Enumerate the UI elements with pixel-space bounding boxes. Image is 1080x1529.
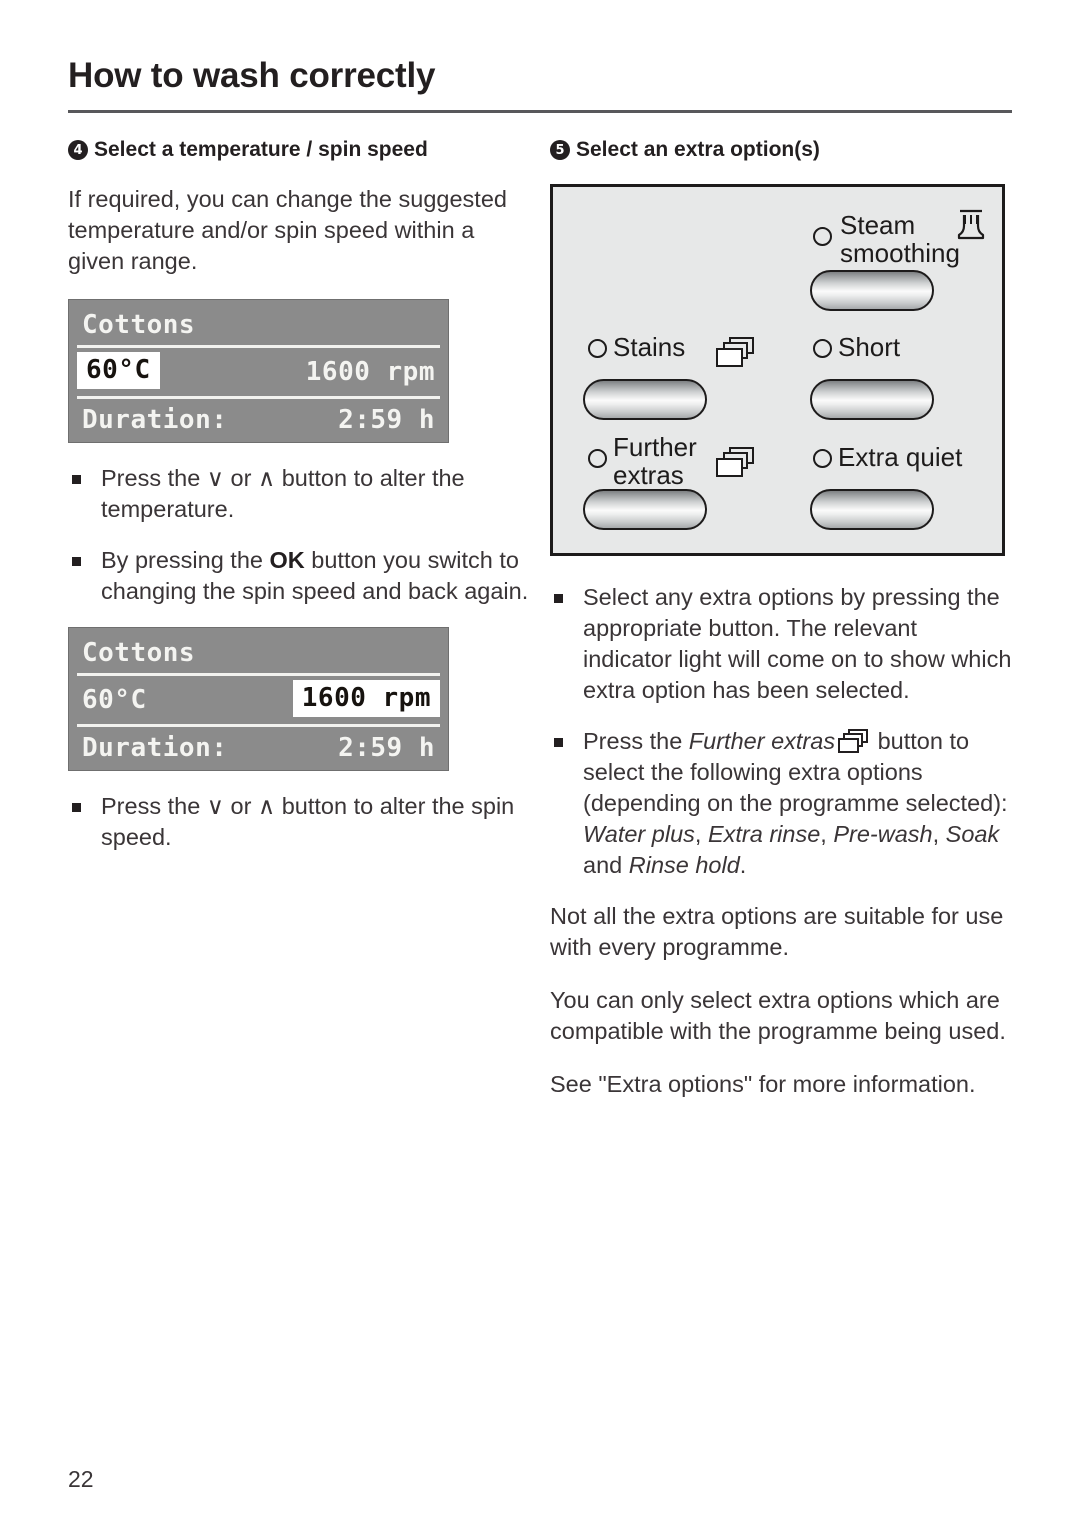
intro-paragraph: If required, you can change the suggeste… bbox=[68, 186, 507, 275]
lcd1-duration-label: Duration: bbox=[82, 405, 228, 436]
ok-button-label: OK bbox=[269, 547, 305, 574]
indicator-light-stains bbox=[588, 339, 607, 359]
lcd1-temperature: 60°C bbox=[77, 352, 160, 390]
bullet-square-icon bbox=[72, 475, 81, 485]
indicator-light-extra-quiet bbox=[813, 449, 832, 469]
section-heading-4: 4 Select a temperature / spin speed bbox=[68, 138, 530, 162]
option-name-pre-wash: Pre-wash bbox=[833, 821, 933, 848]
option-label-extra-quiet: Extra quiet bbox=[838, 442, 963, 473]
list-item: Select any extra options by pressing the… bbox=[550, 582, 1012, 706]
lcd2-programme: Cottons bbox=[82, 638, 196, 669]
button-steam-smoothing[interactable] bbox=[810, 270, 934, 312]
lcd1-programme: Cottons bbox=[82, 310, 196, 341]
up-arrow-glyph: ∧ bbox=[257, 465, 276, 492]
option-name-extra-rinse: Extra rinse bbox=[707, 821, 821, 848]
bullet-list-extra-options: Select any extra options by pressing the… bbox=[550, 582, 1012, 881]
bullet-text-1a: Press the bbox=[101, 465, 207, 492]
indicator-light-further-extras bbox=[588, 449, 607, 469]
page-number: 22 bbox=[68, 1466, 94, 1492]
down-arrow-glyph: ∨ bbox=[206, 465, 224, 492]
section-heading-4-label: Select a temperature / spin speed bbox=[94, 138, 428, 161]
bullet-list-temperature: Press the ∨ or ∧ button to alter the tem… bbox=[68, 463, 530, 607]
lcd2-spin-speed: 1600 rpm bbox=[292, 680, 440, 718]
option-name-rinse-hold: Rinse hold bbox=[628, 852, 740, 879]
section-heading-5-label: Select an extra option(s) bbox=[576, 138, 820, 161]
list-item: Press the ∨ or ∧ button to alter the spi… bbox=[68, 791, 530, 853]
paragraph-not-all-suitable: Not all the extra options are suitable f… bbox=[550, 903, 1004, 961]
sep-4: and bbox=[583, 852, 629, 879]
bullet-text-1b: or bbox=[224, 465, 258, 492]
bullet-square-icon bbox=[72, 557, 81, 567]
bullet-text-3b: or bbox=[224, 793, 258, 820]
bullet-square-icon bbox=[554, 594, 563, 604]
step-badge-4: 4 bbox=[68, 140, 88, 160]
option-label-stains: Stains bbox=[613, 332, 686, 363]
section-heading-5: 5 Select an extra option(s) bbox=[550, 138, 1012, 162]
list-item: By pressing the OK button you switch to … bbox=[68, 545, 530, 607]
sep-1: , bbox=[694, 821, 708, 848]
lcd-display-temperature-selected: Cottons 60°C 1600 rpm Duration: 2:59 h bbox=[68, 299, 449, 444]
bullet-text-2a: By pressing the bbox=[101, 547, 270, 574]
title-divider bbox=[68, 110, 1012, 113]
further-extras-stack-icon bbox=[716, 447, 754, 478]
lcd1-duration-value: 2:59 h bbox=[338, 405, 435, 436]
sep-3: , bbox=[932, 821, 946, 848]
bullet-text-further-a: Press the bbox=[583, 728, 689, 755]
lcd2-duration-value: 2:59 h bbox=[338, 733, 435, 764]
bullet-text-select-options: Select any extra options by pressing the… bbox=[583, 584, 1012, 704]
list-item: Press the Further extras button to selec… bbox=[550, 726, 1012, 881]
down-arrow-glyph: ∨ bbox=[206, 793, 224, 820]
option-label-steam-smoothing: Steam smoothing bbox=[840, 210, 960, 269]
option-name-soak: Soak bbox=[945, 821, 1000, 848]
sep-2: , bbox=[820, 821, 834, 848]
bullet-text-3a: Press the bbox=[101, 793, 207, 820]
right-column: 5 Select an extra option(s) Steam smooth… bbox=[550, 138, 1012, 1122]
bullet-square-icon bbox=[72, 803, 81, 813]
sentence-end: . bbox=[739, 852, 747, 879]
option-label-further-extras: Further extras bbox=[613, 432, 697, 491]
list-item: Press the ∨ or ∧ button to alter the tem… bbox=[68, 463, 530, 525]
left-column: 4 Select a temperature / spin speed If r… bbox=[68, 138, 530, 873]
option-label-short: Short bbox=[838, 332, 901, 363]
control-panel-illustration: Steam smoothing Stains Short Further ext… bbox=[550, 184, 1005, 557]
option-name-water-plus: Water plus bbox=[583, 821, 695, 848]
paragraph-compatible: You can only select extra options which … bbox=[550, 987, 1006, 1045]
further-extras-stack-icon bbox=[838, 729, 869, 754]
manual-page: How to wash correctly 4 Select a tempera… bbox=[0, 0, 1080, 1529]
page-title: How to wash correctly bbox=[68, 56, 436, 95]
button-short[interactable] bbox=[810, 379, 934, 421]
indicator-light-steam-smoothing bbox=[813, 227, 832, 247]
button-stains[interactable] bbox=[583, 379, 707, 421]
lcd2-temperature: 60°C bbox=[82, 685, 147, 716]
further-extras-stack-icon bbox=[716, 337, 754, 368]
further-extras-name: Further extras bbox=[688, 728, 836, 755]
bullet-list-spin: Press the ∨ or ∧ button to alter the spi… bbox=[68, 791, 530, 853]
step-badge-5: 5 bbox=[550, 140, 570, 160]
lcd1-spin-speed: 1600 rpm bbox=[305, 357, 435, 388]
button-extra-quiet[interactable] bbox=[810, 489, 934, 531]
indicator-light-short bbox=[813, 339, 832, 359]
lcd2-duration-label: Duration: bbox=[82, 733, 228, 764]
lcd-display-spin-selected: Cottons 60°C 1600 rpm Duration: 2:59 h bbox=[68, 627, 449, 772]
steam-iron-icon bbox=[956, 207, 986, 241]
button-further-extras[interactable] bbox=[583, 489, 707, 531]
up-arrow-glyph: ∧ bbox=[257, 793, 276, 820]
bullet-square-icon bbox=[554, 738, 563, 748]
paragraph-see-extra-options: See "Extra options" for more information… bbox=[550, 1071, 976, 1098]
